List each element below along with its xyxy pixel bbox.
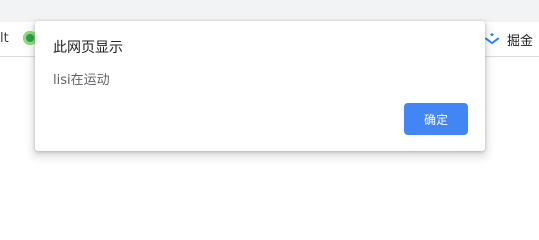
ok-button[interactable]: 确定 (404, 103, 468, 135)
bookmark-juejin-label: 掘金 (507, 34, 534, 49)
juejin-icon (484, 33, 500, 46)
alert-dialog: 此网页显示 lisi在运动 确定 (35, 21, 485, 151)
browser-tab-strip (0, 0, 539, 22)
dialog-message: lisi在运动 (53, 73, 110, 88)
bookmark-left-label[interactable]: lt (0, 31, 9, 46)
dialog-title: 此网页显示 (53, 40, 123, 56)
bookmark-juejin[interactable]: 掘金 (484, 30, 533, 49)
